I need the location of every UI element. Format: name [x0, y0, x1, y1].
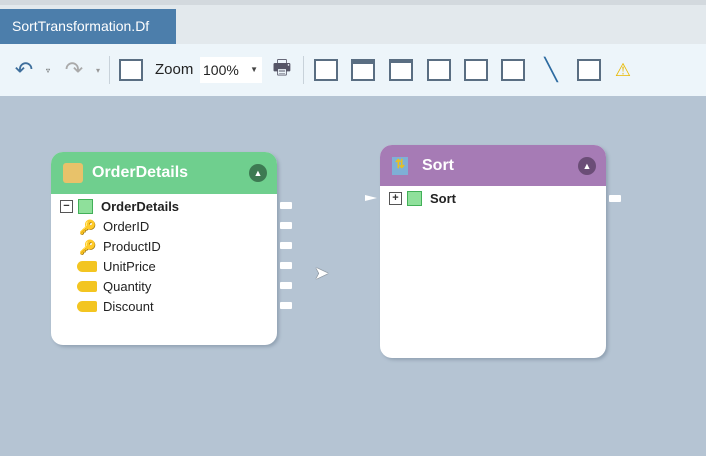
warning-icon[interactable]: ⚠ — [612, 58, 634, 82]
table-row[interactable]: + Sort — [389, 188, 456, 208]
undo-button[interactable]: ↶ — [10, 57, 38, 82]
sort-node[interactable]: ⇅ Sort ▲ + Sort — [365, 145, 621, 358]
table-name: OrderDetails — [101, 198, 180, 214]
database-icon — [63, 163, 83, 183]
output-port[interactable] — [280, 242, 292, 249]
field-name: Discount — [103, 298, 154, 314]
chevron-down-icon: ▼ — [250, 65, 258, 74]
sort-icon: ⇅ — [392, 156, 408, 175]
zoom-value: 100% — [203, 62, 239, 78]
link-button[interactable]: ╲ — [538, 57, 564, 82]
panel-out-icon — [501, 59, 525, 81]
layout-icon — [119, 59, 143, 81]
table-icon — [78, 198, 93, 214]
redo-button[interactable]: ↷ — [60, 57, 88, 82]
align-button[interactable] — [351, 58, 375, 82]
panel-out-button[interactable] — [501, 58, 525, 82]
output-port[interactable] — [280, 262, 292, 269]
separator — [303, 56, 304, 84]
table-row[interactable]: − OrderDetails — [60, 196, 179, 216]
list-button[interactable] — [389, 58, 413, 82]
tab-sort-transformation[interactable]: SortTransformation.Df — [0, 9, 176, 44]
list-icon — [389, 59, 413, 81]
field-icon — [77, 260, 97, 272]
field-icon — [77, 300, 97, 312]
expand-tree-icon[interactable]: + — [389, 191, 402, 205]
zoom-label: Zoom — [155, 61, 194, 78]
separator — [109, 56, 110, 84]
mouse-cursor-icon: ➤ — [314, 263, 330, 283]
node-title: OrderDetails — [92, 164, 189, 181]
field-icon — [77, 280, 97, 292]
layout-button[interactable] — [119, 58, 143, 82]
input-port[interactable] — [365, 195, 377, 201]
output-port[interactable] — [280, 202, 292, 209]
field-name: ProductID — [103, 238, 161, 254]
key-icon: 🔑 — [79, 219, 97, 235]
toolbar: ↶ ▿ ↷ ▾ Zoom 100% ▼ 🖶 ╲ ⚠ — [0, 44, 706, 96]
output-port[interactable] — [280, 222, 292, 229]
panel-button[interactable] — [427, 58, 451, 82]
print-button[interactable]: 🖶 — [270, 57, 294, 82]
panel-icon — [427, 59, 451, 81]
collapse-button[interactable]: ▲ — [249, 164, 267, 182]
data-preview-button[interactable] — [577, 58, 601, 82]
field-name: UnitPrice — [103, 258, 156, 274]
field-row[interactable]: Quantity — [77, 276, 151, 296]
auto-layout-button[interactable] — [314, 58, 338, 82]
node-title: Sort — [422, 156, 454, 174]
data-preview-icon — [577, 59, 601, 81]
auto-layout-icon — [314, 59, 338, 81]
panel-in-icon — [464, 59, 488, 81]
field-row[interactable]: 🔑 OrderID — [79, 216, 149, 236]
table-name: Sort — [430, 190, 456, 206]
field-row[interactable]: Discount — [77, 296, 154, 316]
node-header[interactable]: ⇅ Sort ▲ — [380, 145, 606, 186]
field-row[interactable]: 🔑 ProductID — [79, 236, 161, 256]
collapse-tree-icon[interactable]: − — [60, 199, 73, 213]
field-name: Quantity — [103, 278, 152, 294]
zoom-select[interactable]: 100% ▼ — [200, 57, 262, 83]
output-port[interactable] — [609, 195, 621, 202]
output-port[interactable] — [280, 282, 292, 289]
tab-bar: SortTransformation.Df — [0, 5, 706, 44]
key-icon: 🔑 — [79, 239, 97, 255]
align-icon — [351, 59, 375, 81]
field-name: OrderID — [103, 218, 150, 234]
output-port[interactable] — [280, 302, 292, 309]
table-icon — [407, 190, 422, 206]
field-row[interactable]: UnitPrice — [77, 256, 156, 276]
node-header[interactable]: OrderDetails ▲ — [51, 152, 277, 194]
undo-dropdown-icon[interactable]: ▿ — [42, 58, 54, 82]
panel-in-button[interactable] — [464, 58, 488, 82]
redo-dropdown-icon[interactable]: ▾ — [92, 58, 104, 82]
source-node-orderdetails[interactable]: OrderDetails ▲ − OrderDetails 🔑 OrderID 🔑 P… — [51, 152, 292, 345]
collapse-button[interactable]: ▲ — [578, 157, 596, 175]
